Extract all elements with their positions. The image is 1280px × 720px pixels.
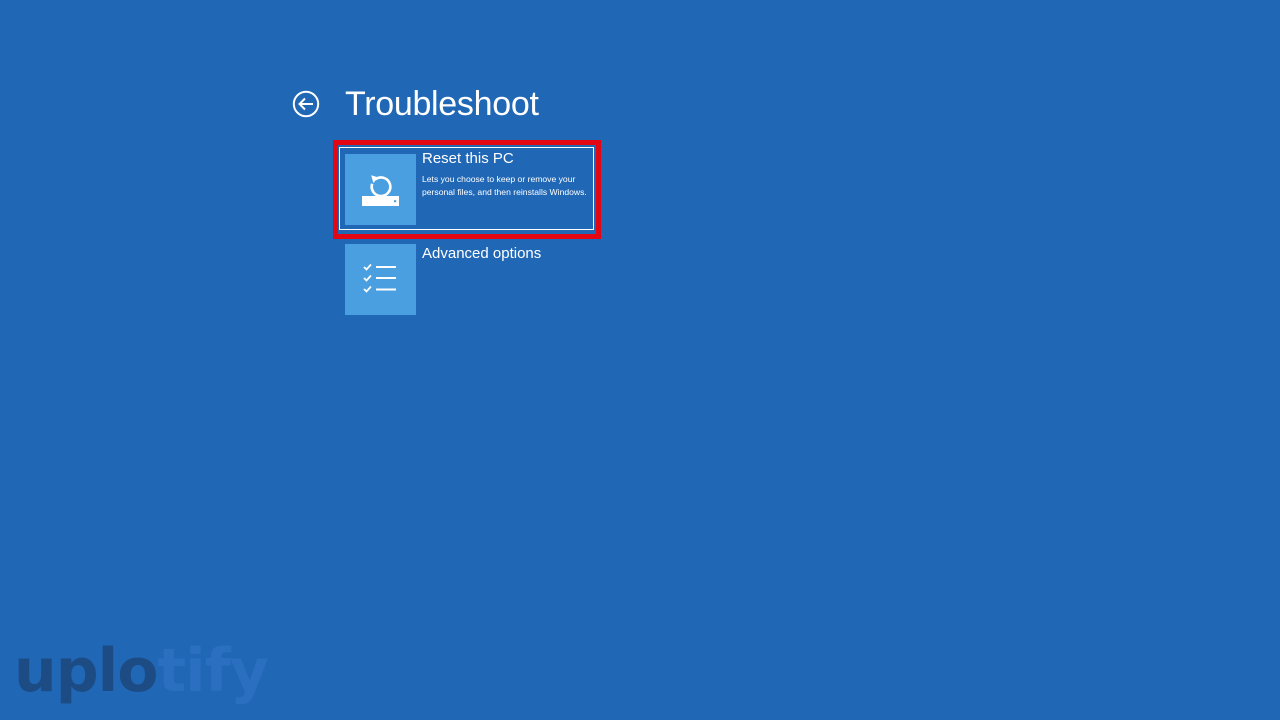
header: Troubleshoot xyxy=(292,82,539,126)
watermark-part-2: tify xyxy=(157,636,268,706)
advanced-tile xyxy=(345,244,416,315)
troubleshoot-screen: Troubleshoot Reset this PC Lets you choo… xyxy=(0,0,1280,720)
option-title: Advanced options xyxy=(422,245,542,262)
checklist-icon xyxy=(363,263,396,293)
option-title: Reset this PC xyxy=(422,150,514,167)
reset-option-text: Reset this PC Lets you choose to keep or… xyxy=(422,149,598,198)
reset-pc-icon xyxy=(362,175,399,206)
watermark-logo: uplotify xyxy=(14,636,269,706)
reset-this-pc-option[interactable]: Reset this PC Lets you choose to keep or… xyxy=(345,149,595,228)
watermark-part-1: uplo xyxy=(14,636,158,706)
page-title: Troubleshoot xyxy=(345,85,539,123)
back-arrow-icon[interactable] xyxy=(292,90,320,118)
reset-tile xyxy=(345,154,416,225)
option-description: Lets you choose to keep or remove your p… xyxy=(422,174,587,197)
advanced-options-option[interactable]: Advanced options xyxy=(345,244,595,316)
advanced-option-text: Advanced options xyxy=(422,244,598,264)
